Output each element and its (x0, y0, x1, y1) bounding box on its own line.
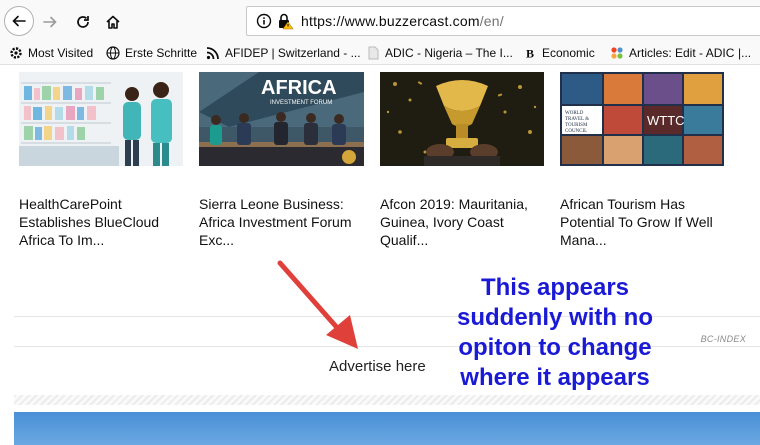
investment-forum-text: INVESTMENT FORUM (270, 100, 332, 106)
joomla-icon (611, 47, 623, 59)
forward-button[interactable] (36, 8, 64, 36)
bc-index-label: BC-INDEX (700, 334, 746, 344)
title-line: Qualif... (380, 232, 429, 248)
home-icon (106, 15, 120, 29)
bookmark-erste-schritte[interactable]: Erste Schritte (106, 45, 197, 61)
url-domain: https://www.buzzercast.com (301, 13, 480, 29)
annotation-text: This appears suddenly with no opiton to … (420, 273, 690, 393)
b-icon: B (526, 47, 534, 61)
wttc-text: WTTC (647, 113, 685, 128)
annotation-arrow (277, 260, 358, 349)
address-bar[interactable]: https://www.buzzercast.com/en/ (246, 6, 760, 36)
bookmark-label: Most Visited (28, 46, 94, 60)
browser-toolbar: https://www.buzzercast.com/en/ (0, 0, 760, 42)
annotation-line: This appears (480, 274, 630, 301)
advertise-here-link[interactable]: Advertise here (329, 358, 426, 375)
info-icon[interactable] (256, 13, 272, 29)
africa-logo-text: AFRICA (261, 77, 337, 99)
bookmark-label: Erste Schritte (125, 46, 198, 60)
bookmark-label: Economic (542, 46, 595, 60)
article-title-healthcarepoint[interactable]: HealthCarePoint Establishes BlueCloud Af… (19, 195, 189, 249)
svg-text:B: B (526, 47, 534, 61)
wttc-logo-line: COUNCIL (565, 129, 587, 134)
annotation-line: suddenly with no (457, 304, 653, 331)
article-title-sierra-leone[interactable]: Sierra Leone Business: Africa Investment… (199, 195, 369, 249)
title-line: HealthCarePoint (19, 196, 122, 212)
annotation-line: where it appears (460, 364, 650, 391)
url-text[interactable]: https://www.buzzercast.com/en/ (301, 13, 504, 29)
article-title-african-tourism[interactable]: African Tourism Has Potential To Grow If… (560, 195, 730, 249)
bookmark-most-visited[interactable]: Most Visited (9, 45, 93, 61)
title-line: Establishes BlueCloud (19, 214, 160, 230)
annotation-line: opiton to change (458, 334, 652, 361)
page-icon (368, 46, 379, 60)
bookmark-adic-nigeria[interactable]: ADIC - Nigeria – The I... (366, 45, 513, 61)
bookmark-articles-edit[interactable]: Articles: Edit - ADIC (610, 45, 734, 61)
title-line: Sierra Leone Business: (199, 196, 344, 212)
ad-banner-image[interactable] (14, 412, 760, 445)
article-image-afcon-2019[interactable] (380, 72, 544, 166)
title-line: Potential To Grow If Well (560, 214, 713, 230)
url-path: /en/ (479, 13, 504, 29)
title-line: Africa Investment Forum (199, 214, 352, 230)
title-line: Mana... (560, 232, 607, 248)
article-image-healthcarepoint[interactable] (19, 72, 183, 166)
globe-icon (106, 46, 120, 60)
article-title-afcon[interactable]: Afcon 2019: Mauritania, Guinea, Ivory Co… (380, 195, 550, 249)
title-line: African Tourism Has (560, 196, 686, 212)
wttc-logo-line: TRAVEL & (565, 117, 589, 122)
wttc-logo-line: WORLD (565, 111, 584, 116)
back-arrow-icon (12, 15, 26, 27)
bookmark-overflow[interactable]: |... (738, 45, 751, 61)
title-line: Africa To Im... (19, 232, 105, 248)
title-line: Afcon 2019: Mauritania, (380, 196, 528, 212)
bookmark-economic[interactable]: B Economic (525, 45, 595, 61)
reload-button[interactable] (69, 8, 97, 36)
bookmark-label: Articles: Edit - ADIC (629, 46, 735, 60)
gear-icon (10, 47, 22, 59)
insecure-lock-icon[interactable] (276, 12, 294, 30)
rss-icon (206, 47, 219, 60)
back-button[interactable] (4, 6, 34, 36)
title-line: Guinea, Ivory Coast (380, 214, 504, 230)
article-image-wttc[interactable]: WORLD TRAVEL & TOURISM COUNCIL WTTC (560, 72, 724, 166)
bookmark-afidep[interactable]: AFIDEP | Switzerland - ... (206, 45, 361, 61)
bookmark-label: |... (738, 46, 752, 60)
wttc-logo-line: TOURISM (565, 123, 588, 128)
bookmarks-toolbar: Most Visited Erste Schritte AFIDEP | Swi… (0, 42, 760, 65)
reload-icon (77, 16, 89, 28)
bookmark-label: ADIC - Nigeria – The I... (385, 46, 513, 60)
ad-bottom-hatch (14, 395, 760, 405)
forward-arrow-icon (43, 16, 57, 28)
article-image-africa-investment-forum[interactable]: AFRICA INVESTMENT FORUM (199, 72, 364, 166)
home-button[interactable] (99, 8, 127, 36)
bookmark-label: AFIDEP | Switzerland - ... (225, 46, 361, 60)
title-line: Exc... (199, 232, 235, 248)
